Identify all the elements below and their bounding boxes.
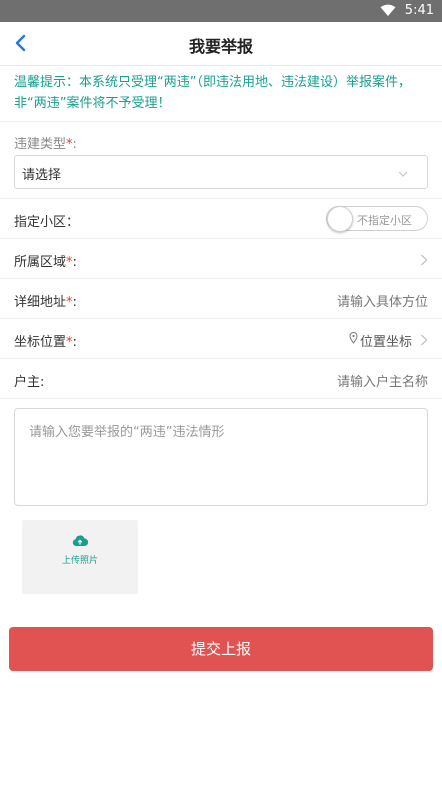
type-select[interactable]: 请选择 <box>14 155 428 189</box>
toggle-knob <box>327 206 353 232</box>
community-label: 指定小区： <box>14 215 80 230</box>
type-select-value: 请选择 <box>22 168 62 183</box>
status-bar: 5:41 <box>0 0 442 22</box>
owner-row: 户主: 请输入户主名称 <box>0 359 442 399</box>
coordinate-value: 位置坐标 <box>349 331 412 350</box>
notice-text: 温馨提示：本系统只受理“两违”（即违法用地、违法建设）举报案件，非“两违”案件将… <box>14 75 411 111</box>
type-label: 违建类型*: <box>14 137 77 152</box>
submit-button[interactable]: 提交上报 <box>9 627 433 671</box>
address-input[interactable]: 请输入具体方位 <box>337 291 428 310</box>
cloud-upload-icon <box>72 532 89 551</box>
location-pin-icon <box>349 332 358 348</box>
region-label: 所属区域*: <box>14 255 77 270</box>
community-toggle[interactable]: 不指定小区 <box>326 206 428 232</box>
wifi-icon <box>380 4 396 21</box>
nav-bar: 我要举报 <box>0 22 442 66</box>
coordinate-row[interactable]: 坐标位置*: 位置坐标 <box>0 319 442 359</box>
coordinate-label: 坐标位置*: <box>14 335 77 350</box>
description-placeholder: 请输入您要举报的“两违”违法情形 <box>29 425 225 440</box>
page-title: 我要举报 <box>188 37 253 56</box>
upload-label: 上传照片 <box>61 556 98 566</box>
address-row: 详细地址*: 请输入具体方位 <box>0 279 442 319</box>
divider <box>0 398 442 399</box>
chevron-right-icon <box>420 252 428 271</box>
owner-input[interactable]: 请输入户主名称 <box>337 371 428 390</box>
toggle-text: 不指定小区 <box>357 214 412 227</box>
status-time: 5:41 <box>404 3 434 18</box>
upload-photo-button[interactable]: 上传照片 <box>22 520 138 594</box>
address-label: 详细地址*: <box>14 295 77 310</box>
divider <box>0 121 442 122</box>
owner-label: 户主: <box>14 375 45 390</box>
chevron-right-icon <box>420 332 428 351</box>
community-row: 指定小区： 不指定小区 <box>0 199 442 239</box>
description-textarea[interactable]: 请输入您要举报的“两违”违法情形 <box>14 408 428 506</box>
region-row[interactable]: 所属区域*: <box>0 239 442 279</box>
chevron-down-icon <box>397 165 409 184</box>
